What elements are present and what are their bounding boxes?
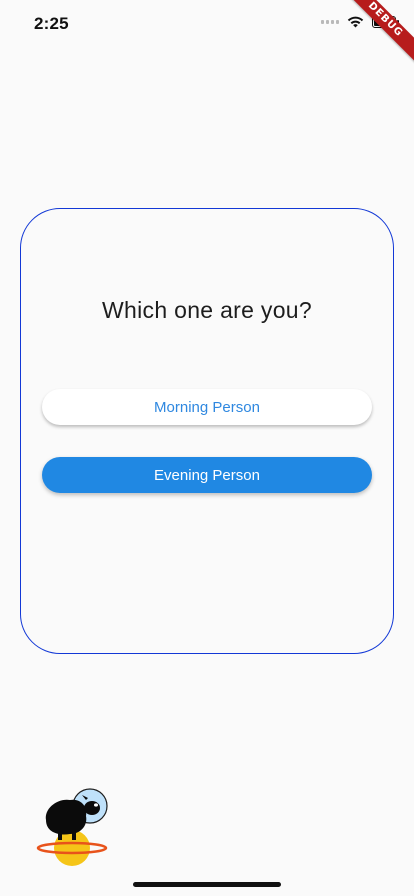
battery-icon [372, 16, 399, 28]
home-indicator[interactable] [133, 882, 281, 887]
status-time: 2:25 [34, 14, 69, 33]
wifi-icon [347, 16, 364, 28]
status-icons [321, 16, 399, 28]
astronaut-sheep-on-planet-icon [36, 786, 112, 868]
status-bar: 2:25 [0, 0, 414, 48]
cellular-signal-icon [321, 20, 339, 24]
morning-person-button[interactable]: Morning Person [42, 389, 372, 425]
question-title: Which one are you? [102, 297, 312, 323]
evening-person-button[interactable]: Evening Person [42, 457, 372, 493]
question-card: Which one are you? Morning Person Evenin… [20, 208, 394, 654]
